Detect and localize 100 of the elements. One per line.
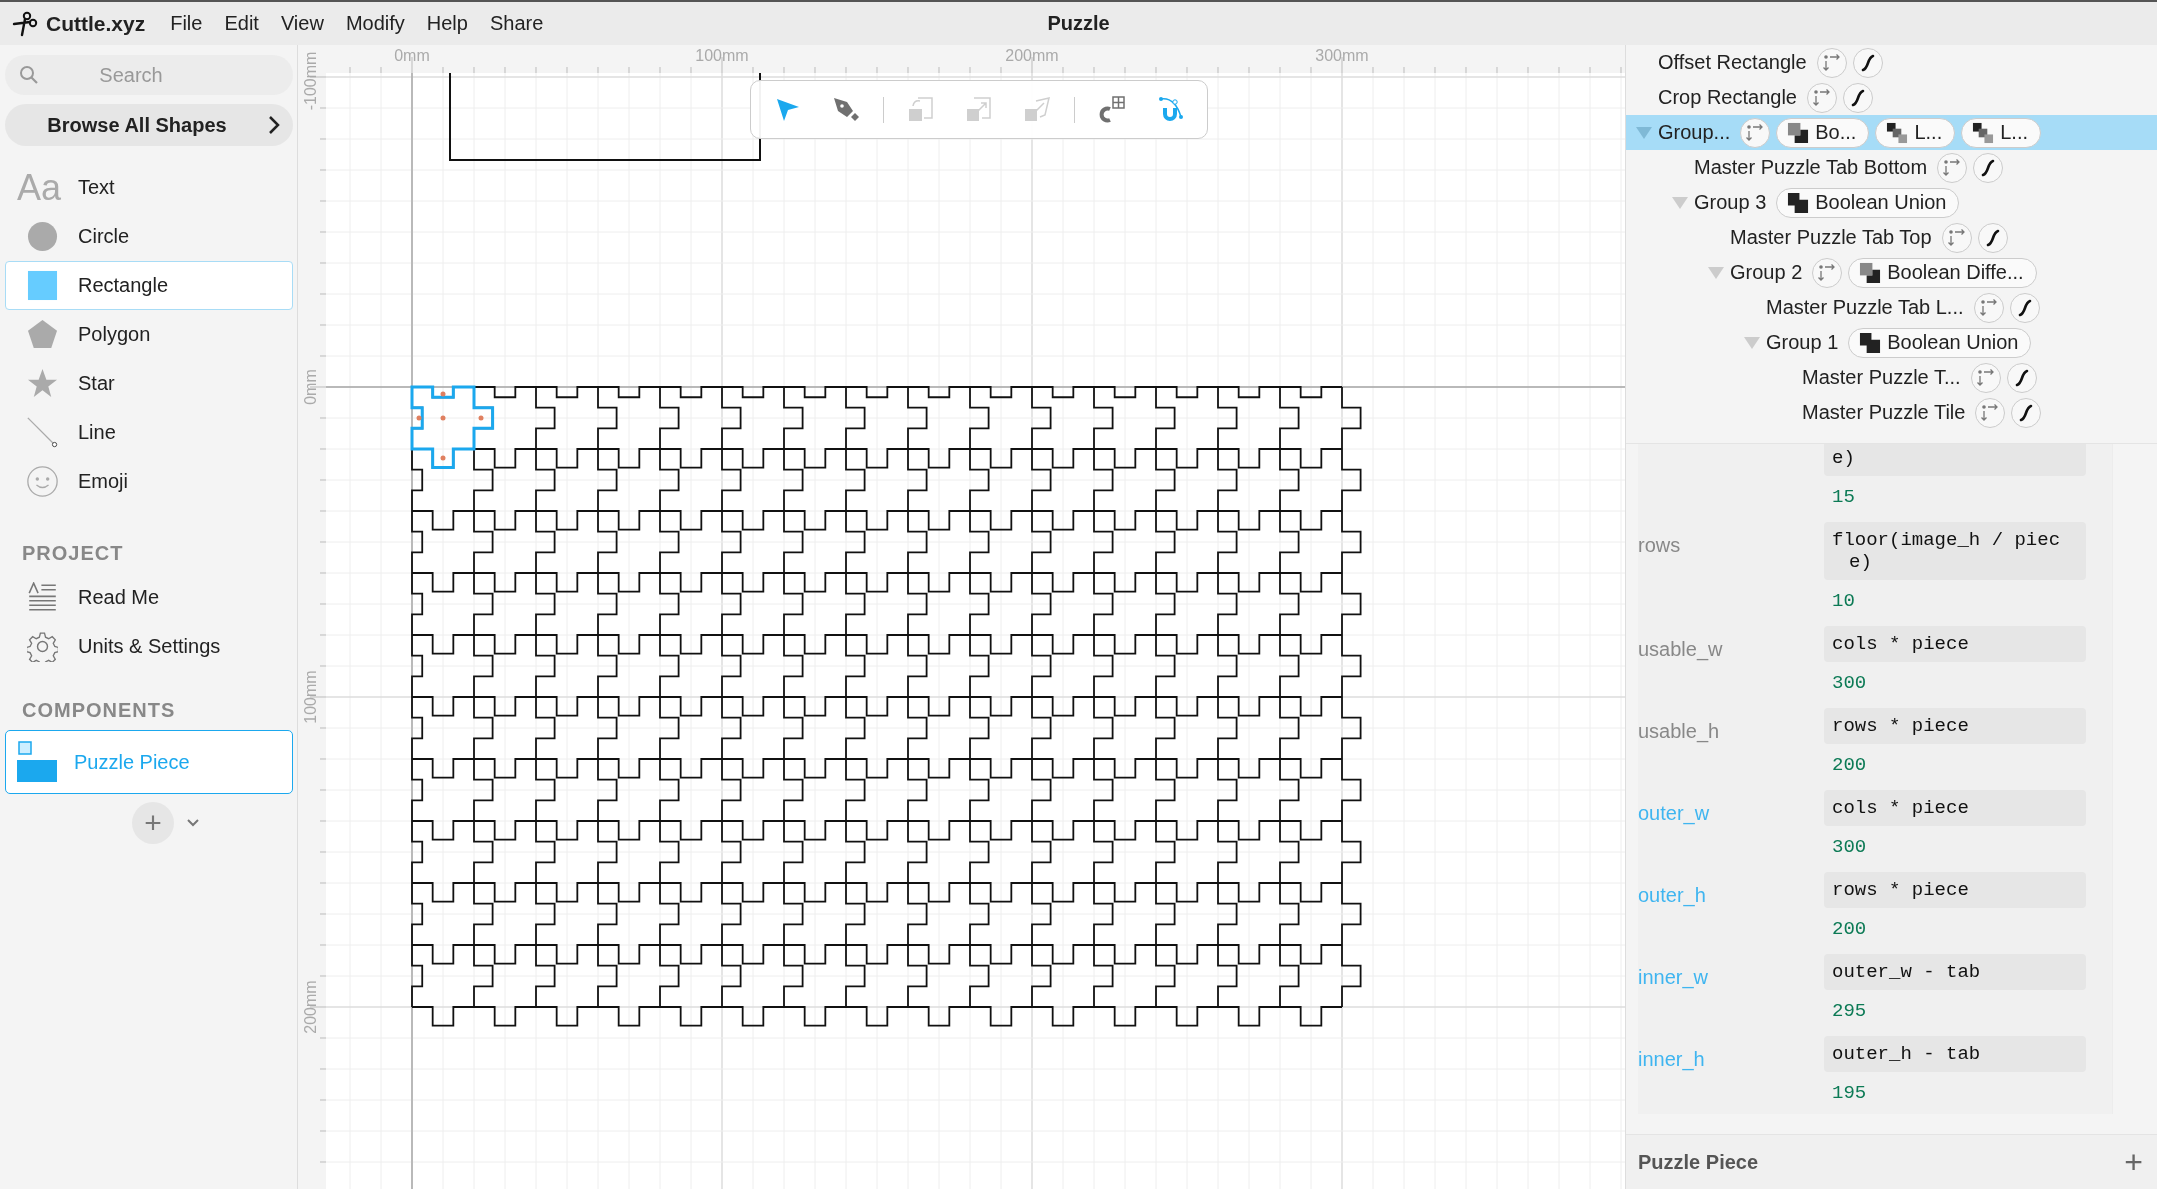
chevron-right-icon (266, 115, 281, 135)
layer-name: Master Puzzle T... (1802, 366, 1961, 389)
boolean-chip[interactable]: Bo... (1776, 117, 1870, 148)
project-item[interactable]: Units & Settings (5, 622, 293, 671)
add-component-button[interactable]: + (132, 802, 174, 844)
star-icon (26, 368, 58, 399)
menu-item[interactable]: Share (478, 8, 555, 39)
expand-triangle-icon[interactable] (1744, 336, 1760, 349)
parameter-value: 200 (1831, 753, 1868, 778)
menu-item[interactable]: Modify (334, 8, 416, 39)
boolean-chip[interactable]: Boolean Union (1776, 187, 1960, 218)
ruler-label: 100mm (695, 47, 749, 64)
layer-row[interactable]: Master Puzzle Tab Top (1626, 220, 2157, 255)
expression-field[interactable]: rows * piece (1824, 872, 2086, 908)
expression-field[interactable]: cols * piece (1824, 790, 2086, 826)
menu-item[interactable]: View (269, 8, 335, 39)
shape-label: Text (78, 176, 115, 199)
parameter-value: 295 (1831, 999, 1868, 1024)
curve-button[interactable] (1852, 47, 1883, 78)
transform-arrows-icon (1975, 367, 1996, 388)
layer-row[interactable]: Master Puzzle Tab Bottom (1626, 150, 2157, 185)
shape-item[interactable]: Line (5, 408, 293, 457)
ruler-label: 100mm (302, 670, 319, 724)
shape-label: Circle (78, 225, 130, 248)
add-parameter-button[interactable]: + (2124, 1143, 2143, 1181)
transform-arrows-icon (1946, 227, 1967, 248)
section-heading: PROJECT (21, 542, 125, 565)
parameter-value: 15 (1831, 485, 1856, 510)
layer-row[interactable]: Offset Rectangle (1626, 45, 2157, 80)
expression-field[interactable]: e) (1824, 444, 2086, 476)
transform-button[interactable] (1740, 117, 1771, 148)
boolean-chip[interactable]: Boolean Union (1848, 327, 2032, 358)
layer-row[interactable]: Master Puzzle Tile (1626, 395, 2157, 430)
curve-button[interactable] (1977, 222, 2008, 253)
menu-item[interactable]: Help (415, 8, 479, 39)
boolean-chip[interactable]: L... (1875, 117, 1956, 148)
layer-row[interactable]: Master Puzzle Tab L... (1626, 290, 2157, 325)
menu-item[interactable]: Edit (213, 8, 270, 39)
browse-shapes-button[interactable]: Browse All Shapes (5, 104, 293, 146)
layer-name: Crop Rectangle (1658, 86, 1797, 109)
shape-item[interactable]: Star (5, 359, 293, 408)
curve-button[interactable] (1842, 82, 1873, 113)
parameter-name: inner_h (1638, 1047, 1706, 1072)
menu-item[interactable]: File (159, 8, 214, 39)
transform-button[interactable] (1806, 82, 1837, 113)
parameter-name: rows (1638, 533, 1682, 558)
search-field[interactable]: Search (49, 55, 293, 95)
puzzle-drawing[interactable] (410, 385, 1362, 1027)
transform-button[interactable] (1937, 152, 1968, 183)
transform-button[interactable] (1812, 257, 1843, 288)
parameter-name: inner_w (1638, 965, 1710, 990)
transform-arrows-icon (1978, 297, 1999, 318)
project-item[interactable]: Read Me (5, 573, 293, 622)
expand-triangle-icon[interactable] (1708, 266, 1724, 279)
layer-name: Master Puzzle Tab L... (1766, 296, 1964, 319)
curve-button[interactable] (2011, 397, 2042, 428)
parameter-value: 195 (1831, 1081, 1868, 1106)
layer-row[interactable]: Group... Bo... L... L... (1626, 115, 2157, 150)
project-label: Units & Settings (78, 635, 221, 658)
layer-row[interactable]: Group 2 Boolean Diffe... (1626, 255, 2157, 290)
transform-arrows-icon (1811, 87, 1832, 108)
boolean-chip[interactable]: Boolean Diffe... (1848, 257, 2037, 288)
transform-button[interactable] (1941, 222, 1972, 253)
expression-field[interactable]: rows * piece (1824, 708, 2086, 744)
transform-button[interactable] (1970, 362, 2001, 393)
shape-item[interactable]: Circle (5, 212, 293, 261)
layer-name: Master Puzzle Tab Bottom (1694, 156, 1928, 179)
layer-row[interactable]: Crop Rectangle (1626, 80, 2157, 115)
shape-label: Polygon (78, 323, 151, 346)
boolean-chip[interactable]: L... (1961, 117, 2041, 148)
curve-button[interactable] (2006, 362, 2037, 393)
shape-item[interactable]: Emoji (5, 457, 293, 506)
layer-name: Group 3 (1694, 191, 1767, 214)
expression-field[interactable]: outer_h - tab (1824, 1036, 2086, 1072)
layer-row[interactable]: Group 3 Boolean Union (1626, 185, 2157, 220)
curve-button[interactable] (1973, 152, 2004, 183)
expand-triangle-icon[interactable] (1636, 126, 1652, 139)
parameter-name: outer_w (1638, 801, 1711, 826)
ruler-label: -100mm (302, 51, 319, 111)
shape-item[interactable]: Polygon (5, 310, 293, 359)
expression-field[interactable]: outer_w - tab (1824, 954, 2086, 990)
layer-row[interactable]: Group 1 Boolean Union (1626, 325, 2157, 360)
component-title: Puzzle Piece (1638, 1150, 1759, 1174)
ruler-label: 0mm (394, 47, 430, 64)
layer-row[interactable]: Master Puzzle T... (1626, 360, 2157, 395)
parameter-value: 300 (1831, 671, 1868, 696)
expand-triangle-icon[interactable] (1672, 196, 1688, 209)
shape-item[interactable]: Rectangle (5, 261, 293, 310)
expression-field[interactable]: floor(image_h / piece) (1824, 522, 2086, 580)
parameter-name: usable_w (1638, 637, 1724, 662)
shape-item[interactable]: Aa Text (5, 163, 293, 212)
layer-name: Offset Rectangle (1658, 51, 1807, 74)
squares-icon (1787, 121, 1810, 144)
transform-button[interactable] (1973, 292, 2004, 323)
dropdown-caret-icon[interactable] (186, 818, 200, 828)
layer-name: Group... (1658, 121, 1731, 144)
expression-field[interactable]: cols * piece (1824, 626, 2086, 662)
curve-button[interactable] (2009, 292, 2040, 323)
text-icon: Aa (16, 169, 61, 206)
component-label: Puzzle Piece (74, 750, 190, 774)
